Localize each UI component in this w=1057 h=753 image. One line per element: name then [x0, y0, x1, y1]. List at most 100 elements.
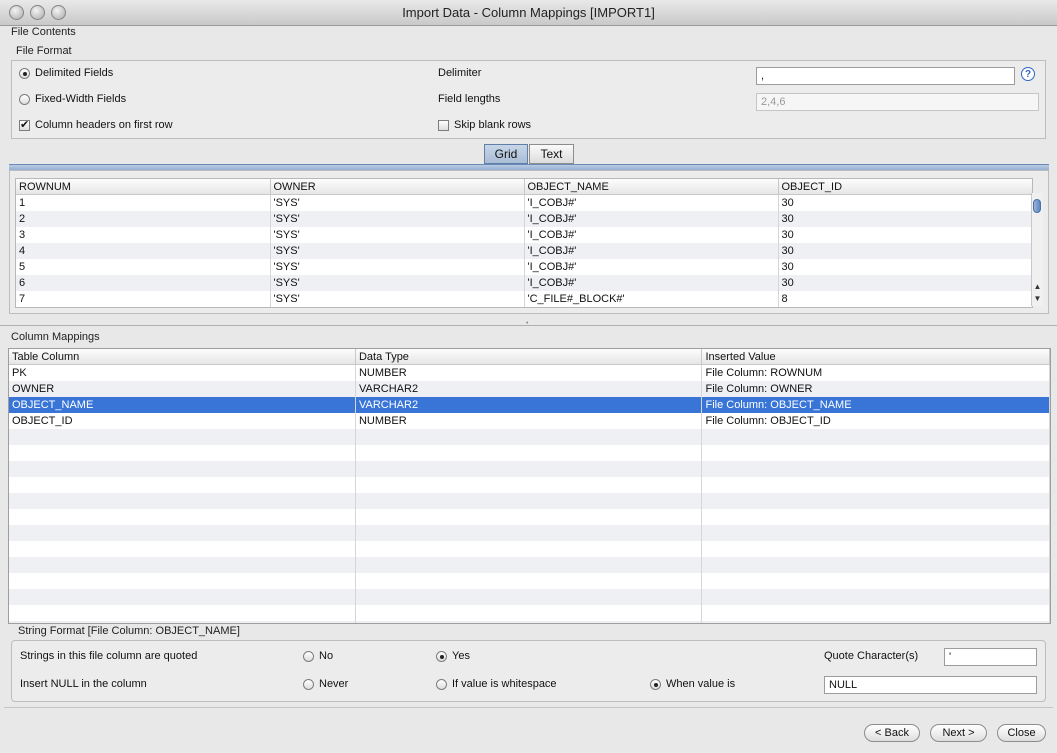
- quote-char-label: Quote Character(s): [824, 650, 919, 662]
- preview-col-header[interactable]: ROWNUM: [16, 179, 271, 195]
- preview-row[interactable]: 4 'SYS' 'I_COBJ#' 30: [16, 243, 1032, 259]
- empty-row: [9, 429, 1050, 445]
- scroll-down-icon[interactable]: ▼: [1033, 294, 1042, 303]
- mapping-cell: PK: [9, 364, 356, 381]
- preview-cell: 'I_COBJ#': [524, 275, 779, 291]
- mappings-col-header[interactable]: Inserted Value: [701, 349, 1050, 365]
- preview-cell: 7: [16, 291, 271, 307]
- empty-row: [9, 589, 1050, 605]
- delimited-fields-radio[interactable]: [19, 68, 30, 79]
- preview-col-header[interactable]: OBJECT_ID: [778, 179, 1032, 195]
- empty-row: [9, 573, 1050, 589]
- mapping-cell: VARCHAR2: [355, 381, 703, 397]
- null-when-value-label: When value is: [666, 678, 736, 690]
- empty-row: [9, 461, 1050, 477]
- delimited-fields-label: Delimited Fields: [35, 67, 114, 79]
- next-button[interactable]: Next >: [930, 724, 987, 742]
- empty-row: [9, 493, 1050, 509]
- mapping-cell: File Column: ROWNUM: [701, 364, 1050, 381]
- preview-cell: 'SYS': [270, 243, 525, 259]
- null-value-input[interactable]: NULL: [824, 676, 1037, 694]
- string-format-label: String Format [File Column: OBJECT_NAME]: [18, 625, 240, 637]
- preview-cell: 30: [778, 227, 1032, 243]
- mapping-cell: NUMBER: [355, 364, 703, 381]
- help-icon[interactable]: ?: [1021, 67, 1035, 81]
- preview-cell: 4: [16, 243, 271, 259]
- mappings-table: Table Column Data Type Inserted Value PK…: [8, 348, 1051, 624]
- mapping-cell: File Column: OBJECT_ID: [701, 413, 1050, 429]
- quoted-yes-label: Yes: [452, 650, 470, 662]
- field-lengths-input[interactable]: 2,4,6: [756, 93, 1039, 111]
- scroll-thumb[interactable]: [1033, 199, 1041, 213]
- preview-cell: 30: [778, 211, 1032, 227]
- mapping-row[interactable]: PK NUMBER File Column: ROWNUM: [9, 364, 1050, 381]
- preview-row[interactable]: 1 'SYS' 'I_COBJ#' 30: [16, 194, 1032, 211]
- mappings-header-row: Table Column Data Type Inserted Value: [9, 349, 1050, 365]
- delimiter-label: Delimiter: [438, 67, 482, 79]
- column-mappings-label: Column Mappings: [11, 331, 100, 343]
- preview-cell: 3: [16, 227, 271, 243]
- title-bar: Import Data - Column Mappings [IMPORT1]: [0, 0, 1057, 26]
- splitter[interactable]: [0, 325, 1057, 326]
- preview-row[interactable]: 3 'SYS' 'I_COBJ#' 30: [16, 227, 1032, 243]
- quoted-no-label: No: [319, 650, 334, 662]
- close-button[interactable]: Close: [997, 724, 1046, 742]
- quoted-label: Strings in this file column are quoted: [20, 650, 198, 662]
- fixed-width-radio[interactable]: [19, 94, 30, 105]
- column-headers-checkbox[interactable]: ✔: [19, 120, 30, 131]
- preview-col-header[interactable]: OBJECT_NAME: [524, 179, 779, 195]
- preview-row[interactable]: 7 'SYS' 'C_FILE#_BLOCK#' 8: [16, 291, 1032, 307]
- null-when-value-radio[interactable]: [650, 679, 661, 690]
- preview-cell: 'C_FILE#_BLOCK#': [524, 291, 779, 307]
- tab-text[interactable]: Text: [529, 144, 574, 164]
- empty-row: [9, 557, 1050, 573]
- preview-cell: 30: [778, 194, 1032, 211]
- preview-cell: 'SYS': [270, 275, 525, 291]
- column-headers-label: Column headers on first row: [35, 119, 173, 131]
- preview-cell: 'I_COBJ#': [524, 243, 779, 259]
- mapping-row[interactable]: OBJECT_ID NUMBER File Column: OBJECT_ID: [9, 413, 1050, 429]
- delimiter-input[interactable]: ,: [756, 67, 1015, 85]
- preview-grid: ROWNUM OWNER OBJECT_NAME OBJECT_ID 1 'SYS…: [15, 178, 1033, 308]
- preview-row[interactable]: 5 'SYS' 'I_COBJ#' 30: [16, 259, 1032, 275]
- scroll-up-icon[interactable]: ▲: [1033, 282, 1042, 291]
- preview-cell: 30: [778, 275, 1032, 291]
- quoted-yes-radio[interactable]: [436, 651, 447, 662]
- back-button[interactable]: < Back: [864, 724, 920, 742]
- insert-null-label: Insert NULL in the column: [20, 678, 147, 690]
- empty-row: [9, 445, 1050, 461]
- mapping-row-selected[interactable]: OBJECT_NAME VARCHAR2 File Column: OBJECT_N…: [9, 397, 1050, 413]
- null-whitespace-radio[interactable]: [436, 679, 447, 690]
- quote-char-input[interactable]: ': [944, 648, 1037, 666]
- preview-row[interactable]: 2 'SYS' 'I_COBJ#' 30: [16, 211, 1032, 227]
- null-never-radio[interactable]: [303, 679, 314, 690]
- splitter-handle-icon[interactable]: •: [526, 320, 528, 327]
- preview-cell: 5: [16, 259, 271, 275]
- preview-col-header[interactable]: OWNER: [270, 179, 525, 195]
- file-contents-label: File Contents: [11, 26, 76, 38]
- preview-cell: 8: [778, 291, 1032, 307]
- mapping-cell: File Column: OWNER: [701, 381, 1050, 397]
- preview-cell: 'SYS': [270, 291, 525, 307]
- tab-grid[interactable]: Grid: [484, 144, 528, 164]
- empty-row: [9, 605, 1050, 621]
- quoted-no-radio[interactable]: [303, 651, 314, 662]
- preview-cell: 30: [778, 243, 1032, 259]
- preview-cell: 'SYS': [270, 227, 525, 243]
- empty-row: [9, 477, 1050, 493]
- preview-cell: 'SYS': [270, 194, 525, 211]
- mappings-col-header[interactable]: Table Column: [9, 349, 356, 365]
- mappings-col-header[interactable]: Data Type: [355, 349, 703, 365]
- preview-header-row: ROWNUM OWNER OBJECT_NAME OBJECT_ID: [16, 179, 1032, 195]
- mapping-row[interactable]: OWNER VARCHAR2 File Column: OWNER: [9, 381, 1050, 397]
- preview-scrollbar[interactable]: ▲ ▼: [1031, 193, 1043, 306]
- preview-cell: 2: [16, 211, 271, 227]
- preview-cell: 'SYS': [270, 259, 525, 275]
- preview-row[interactable]: 6 'SYS' 'I_COBJ#' 30: [16, 275, 1032, 291]
- empty-row: [9, 621, 1050, 623]
- mapping-cell: VARCHAR2: [355, 397, 703, 413]
- mapping-cell: OWNER: [9, 381, 356, 397]
- mapping-cell: OBJECT_NAME: [9, 397, 356, 413]
- field-lengths-label: Field lengths: [438, 93, 501, 105]
- skip-blank-rows-checkbox[interactable]: [438, 120, 449, 131]
